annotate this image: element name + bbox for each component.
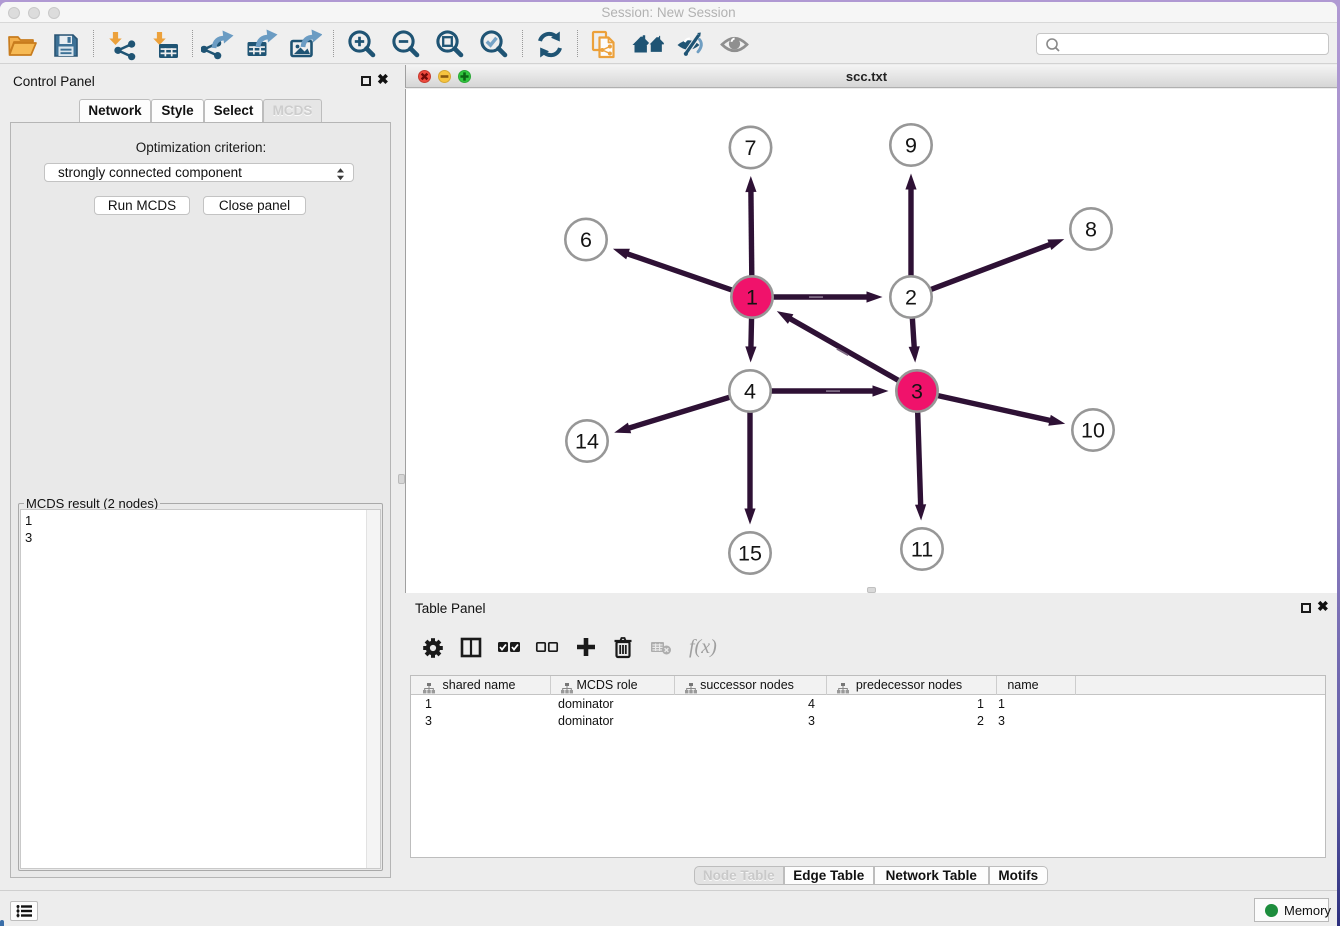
svg-text:11: 11 (911, 538, 933, 562)
svg-text:14: 14 (575, 430, 599, 454)
svg-text:3: 3 (911, 380, 923, 404)
svg-text:7: 7 (745, 136, 757, 160)
svg-text:1: 1 (746, 286, 758, 310)
svg-text:4: 4 (744, 380, 756, 404)
svg-text:6: 6 (580, 228, 592, 252)
svg-text:2: 2 (905, 286, 917, 310)
svg-text:9: 9 (905, 134, 917, 158)
svg-text:10: 10 (1081, 419, 1105, 443)
svg-text:8: 8 (1085, 218, 1097, 242)
svg-text:15: 15 (738, 542, 762, 566)
